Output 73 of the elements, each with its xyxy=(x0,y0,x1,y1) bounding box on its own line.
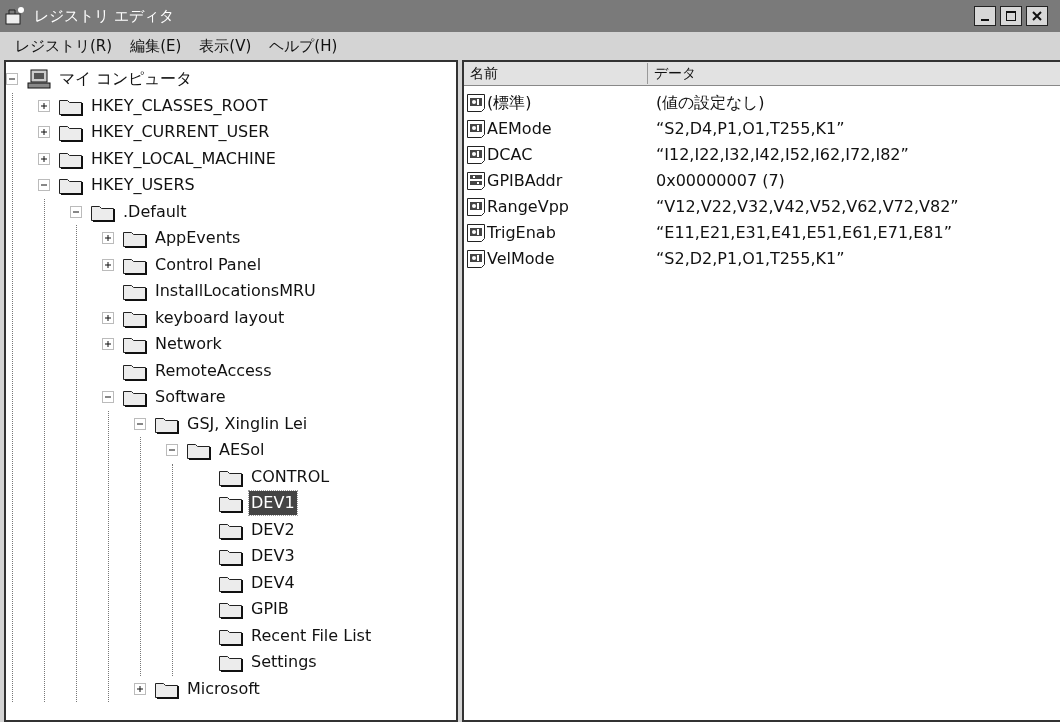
string-value-icon xyxy=(466,93,486,113)
tree-item[interactable]: HKEY_LOCAL_MACHINE xyxy=(89,146,278,171)
tree-item[interactable]: GSJ, Xinglin Lei xyxy=(185,411,310,436)
binary-value-icon xyxy=(466,171,486,191)
column-header[interactable]: 名前 xyxy=(464,63,648,84)
minimize-icon xyxy=(981,19,989,21)
string-value-icon xyxy=(466,119,486,139)
value-data: “V12,V22,V32,V42,V52,V62,V72,V82” xyxy=(655,196,959,218)
string-value-icon xyxy=(466,197,486,217)
value-name[interactable]: GPIBAddr xyxy=(487,169,563,193)
tree-item[interactable]: .Default xyxy=(121,199,189,224)
collapse-icon[interactable] xyxy=(134,417,146,430)
tree-item[interactable]: DEV1 xyxy=(249,491,297,516)
expand-icon[interactable] xyxy=(38,152,50,165)
tree-item[interactable]: Control Panel xyxy=(153,252,264,277)
tree-item[interactable]: AESol xyxy=(217,438,267,463)
collapse-icon[interactable] xyxy=(38,179,50,192)
tree-item[interactable]: DEV2 xyxy=(249,517,297,542)
menu-item[interactable]: 表示(V) xyxy=(190,34,261,58)
value-name[interactable]: VelMode xyxy=(487,247,555,271)
value-data: (値の設定なし) xyxy=(655,92,765,114)
tree-item[interactable]: HKEY_CLASSES_ROOT xyxy=(89,93,270,118)
window-title: レジストリ エディタ xyxy=(34,5,174,27)
tree-item[interactable]: Software xyxy=(153,385,228,410)
menu-item[interactable]: ヘルプ(H) xyxy=(260,34,347,58)
tree-item[interactable]: Settings xyxy=(249,650,319,675)
string-value-icon xyxy=(466,249,486,269)
value-name[interactable]: RangeVpp xyxy=(487,195,569,219)
value-name[interactable]: (標準) xyxy=(487,91,532,115)
menu-item[interactable]: レジストリ(R) xyxy=(6,34,122,58)
expand-icon[interactable] xyxy=(102,311,114,324)
minimize-button[interactable] xyxy=(974,6,996,26)
tree-item[interactable]: keyboard layout xyxy=(153,305,287,330)
value-name[interactable]: TrigEnab xyxy=(487,221,556,245)
tree-item[interactable]: DEV4 xyxy=(249,570,297,595)
expand-icon[interactable] xyxy=(38,99,50,112)
tree-item[interactable]: DEV3 xyxy=(249,544,297,569)
tree-item[interactable]: RemoteAccess xyxy=(153,358,274,383)
value-name[interactable]: DCAC xyxy=(487,143,533,167)
string-value-icon xyxy=(466,145,486,165)
tree-item[interactable]: Recent File List xyxy=(249,623,374,648)
expand-icon[interactable] xyxy=(102,232,114,245)
column-header[interactable]: データ xyxy=(648,63,702,84)
tree-item[interactable]: HKEY_USERS xyxy=(89,173,197,198)
menu-item[interactable]: 編集(E) xyxy=(121,34,191,58)
maximize-icon xyxy=(1005,10,1017,22)
maximize-button[interactable] xyxy=(1000,6,1022,26)
tree-item[interactable]: AppEvents xyxy=(153,226,243,251)
collapse-icon[interactable] xyxy=(70,205,82,218)
value-data: 0x00000007 (7) xyxy=(655,170,785,192)
tree-item[interactable]: Network xyxy=(153,332,224,357)
tree-item[interactable]: マイ コンピュータ xyxy=(57,67,195,92)
computer-icon xyxy=(26,69,52,90)
close-button[interactable] xyxy=(1026,6,1048,26)
expand-icon[interactable] xyxy=(102,258,114,271)
string-value-icon xyxy=(466,223,486,243)
tree-item[interactable]: HKEY_CURRENT_USER xyxy=(89,120,272,145)
expand-icon[interactable] xyxy=(38,126,50,139)
tree-item[interactable]: InstallLocationsMRU xyxy=(153,279,318,304)
expand-icon[interactable] xyxy=(102,338,114,351)
value-data: “S2,D4,P1,O1,T255,K1” xyxy=(655,118,845,140)
tree-item[interactable]: CONTROL xyxy=(249,464,332,489)
collapse-icon[interactable] xyxy=(166,444,178,457)
value-data: “E11,E21,E31,E41,E51,E61,E71,E81” xyxy=(655,222,952,244)
collapse-icon[interactable] xyxy=(102,391,114,404)
value-data: “S2,D2,P1,O1,T255,K1” xyxy=(655,248,845,270)
value-name[interactable]: AEMode xyxy=(487,117,552,141)
collapse-icon[interactable] xyxy=(6,73,18,86)
tree-item[interactable]: GPIB xyxy=(249,597,291,622)
value-data: “I12,I22,I32,I42,I52,I62,I72,I82” xyxy=(655,144,909,166)
close-icon xyxy=(1031,10,1043,22)
expand-icon[interactable] xyxy=(134,682,146,695)
tree-item[interactable]: Microsoft xyxy=(185,676,262,701)
